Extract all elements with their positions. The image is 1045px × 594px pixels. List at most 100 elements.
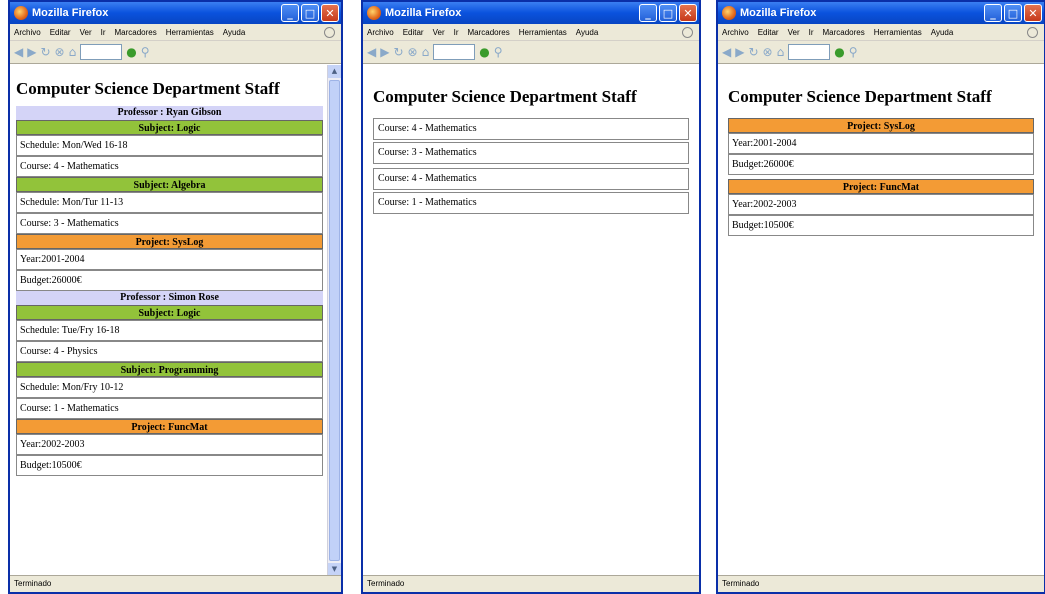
menu-edit[interactable]: Editar	[758, 28, 779, 37]
maximize-icon[interactable]: □	[659, 4, 677, 22]
throbber-icon	[682, 27, 693, 38]
maximize-icon[interactable]: □	[301, 4, 319, 22]
menu-file[interactable]: Archivo	[14, 28, 41, 37]
menu-bookmarks[interactable]: Marcadores	[823, 28, 865, 37]
budget-row: Budget:10500€	[728, 215, 1034, 236]
back-icon[interactable]: ◀	[722, 45, 731, 59]
scroll-up-icon[interactable]: ▲	[328, 65, 341, 78]
menu-edit[interactable]: Editar	[403, 28, 424, 37]
title-bar[interactable]: Mozilla Firefox _ □ ✕	[363, 2, 699, 24]
menu-help[interactable]: Ayuda	[931, 28, 954, 37]
search-icon[interactable]: ⚲	[494, 45, 503, 59]
course-row: Course: 4 - Mathematics	[16, 156, 323, 177]
home-icon[interactable]: ⌂	[69, 45, 77, 59]
back-icon[interactable]: ◀	[14, 45, 23, 59]
menu-view[interactable]: Ver	[433, 28, 445, 37]
menu-go[interactable]: Ir	[809, 28, 814, 37]
reload-icon[interactable]: ↻	[748, 45, 758, 59]
navigation-toolbar: ◀ ▶ ↻ ⊗ ⌂ ● ⚲	[718, 41, 1044, 64]
course-row: Course: 1 - Mathematics	[16, 398, 323, 419]
scroll-thumb[interactable]	[329, 80, 340, 561]
year-row: Year:2001-2004	[728, 133, 1034, 154]
menu-tools[interactable]: Herramientas	[874, 28, 922, 37]
search-icon[interactable]: ⚲	[141, 45, 150, 59]
menu-go[interactable]: Ir	[101, 28, 106, 37]
minimize-icon[interactable]: _	[281, 4, 299, 22]
browser-window-projects: Mozilla Firefox _ □ ✕ Archivo Editar Ver…	[716, 0, 1045, 594]
year-row: Year:2001-2004	[16, 249, 323, 270]
go-icon[interactable]: ●	[126, 45, 136, 59]
budget-row: Budget:26000€	[16, 270, 323, 291]
window-title: Mozilla Firefox	[32, 7, 109, 19]
professor-list: Professor : Ryan Gibson Subject: Logic S…	[10, 106, 341, 476]
minimize-icon[interactable]: _	[984, 4, 1002, 22]
course-row: Course: 3 - Mathematics	[16, 213, 323, 234]
page-title: Computer Science Department Staff	[373, 87, 637, 106]
page-content: Computer Science Department Staff Profes…	[10, 65, 341, 576]
subject-header: Subject: Logic	[16, 305, 323, 320]
menu-help[interactable]: Ayuda	[223, 28, 246, 37]
search-icon[interactable]: ⚲	[849, 45, 858, 59]
menu-file[interactable]: Archivo	[367, 28, 394, 37]
menu-bookmarks[interactable]: Marcadores	[468, 28, 510, 37]
navigation-toolbar: ◀ ▶ ↻ ⊗ ⌂ ● ⚲	[363, 41, 699, 64]
url-input[interactable]	[433, 44, 476, 60]
stop-icon[interactable]: ⊗	[55, 45, 65, 59]
forward-icon[interactable]: ▶	[735, 45, 744, 59]
menu-view[interactable]: Ver	[80, 28, 92, 37]
menu-help[interactable]: Ayuda	[576, 28, 599, 37]
status-bar: Terminado	[10, 575, 341, 592]
close-icon[interactable]: ✕	[1024, 4, 1042, 22]
firefox-icon	[14, 6, 28, 20]
menu-view[interactable]: Ver	[788, 28, 800, 37]
throbber-icon	[324, 27, 335, 38]
url-input[interactable]	[788, 44, 831, 60]
schedule-row: Schedule: Mon/Wed 16-18	[16, 135, 323, 156]
status-bar: Terminado	[363, 575, 699, 592]
course-row: Course: 3 - Mathematics	[373, 142, 689, 164]
stop-icon[interactable]: ⊗	[408, 45, 418, 59]
title-bar[interactable]: Mozilla Firefox _ □ ✕	[10, 2, 341, 24]
browser-window-courses: Mozilla Firefox _ □ ✕ Archivo Editar Ver…	[361, 0, 701, 594]
go-icon[interactable]: ●	[834, 45, 844, 59]
menu-bar: Archivo Editar Ver Ir Marcadores Herrami…	[718, 24, 1044, 41]
status-bar: Terminado	[718, 575, 1044, 592]
menu-edit[interactable]: Editar	[50, 28, 71, 37]
vertical-scrollbar[interactable]: ▲ ▼	[327, 65, 341, 576]
page-content: Computer Science Department Staff Course…	[363, 65, 699, 576]
menu-go[interactable]: Ir	[454, 28, 459, 37]
forward-icon[interactable]: ▶	[380, 45, 389, 59]
menu-tools[interactable]: Herramientas	[519, 28, 567, 37]
navigation-toolbar: ◀ ▶ ↻ ⊗ ⌂ ● ⚲	[10, 41, 341, 64]
minimize-icon[interactable]: _	[639, 4, 657, 22]
maximize-icon[interactable]: □	[1004, 4, 1022, 22]
project-header: Project: SysLog	[16, 234, 323, 249]
close-icon[interactable]: ✕	[679, 4, 697, 22]
project-header: Project: FuncMat	[728, 179, 1034, 194]
stop-icon[interactable]: ⊗	[763, 45, 773, 59]
course-list: Course: 4 - Mathematics Course: 3 - Math…	[363, 118, 699, 214]
course-row: Course: 4 - Mathematics	[373, 118, 689, 140]
menu-bookmarks[interactable]: Marcadores	[115, 28, 157, 37]
reload-icon[interactable]: ↻	[40, 45, 50, 59]
close-icon[interactable]: ✕	[321, 4, 339, 22]
project-header: Project: FuncMat	[16, 419, 323, 434]
forward-icon[interactable]: ▶	[27, 45, 36, 59]
schedule-row: Schedule: Tue/Fry 16-18	[16, 320, 323, 341]
menu-tools[interactable]: Herramientas	[166, 28, 214, 37]
menu-file[interactable]: Archivo	[722, 28, 749, 37]
home-icon[interactable]: ⌂	[777, 45, 785, 59]
url-input[interactable]	[80, 44, 123, 60]
page-title: Computer Science Department Staff	[16, 79, 280, 98]
throbber-icon	[1027, 27, 1038, 38]
back-icon[interactable]: ◀	[367, 45, 376, 59]
title-bar[interactable]: Mozilla Firefox _ □ ✕	[718, 2, 1044, 24]
year-row: Year:2002-2003	[16, 434, 323, 455]
menu-bar: Archivo Editar Ver Ir Marcadores Herrami…	[10, 24, 341, 41]
browser-window-professors: Mozilla Firefox _ □ ✕ Archivo Editar Ver…	[8, 0, 343, 594]
go-icon[interactable]: ●	[479, 45, 489, 59]
page-content: Computer Science Department Staff Projec…	[718, 65, 1044, 576]
budget-row: Budget:10500€	[16, 455, 323, 476]
reload-icon[interactable]: ↻	[393, 45, 403, 59]
home-icon[interactable]: ⌂	[422, 45, 430, 59]
